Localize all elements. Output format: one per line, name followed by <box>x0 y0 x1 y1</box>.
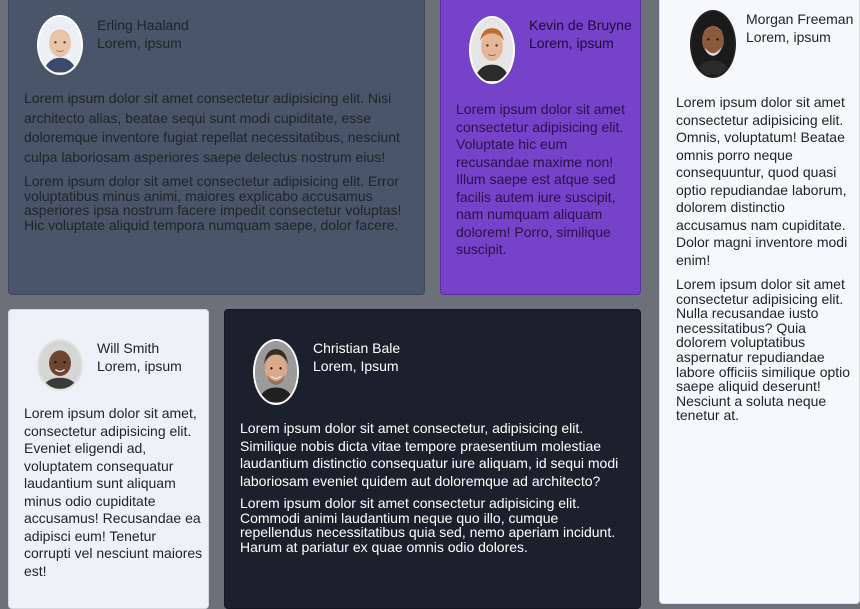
testimonial-body: Lorem ipsum dolor sit amet consectetur, … <box>240 420 632 554</box>
testimonial-paragraph: Lorem ipsum dolor sit amet consectetur, … <box>240 420 619 489</box>
testimonial-card-will-smith: Will Smith Lorem, ipsum Lorem ipsum dolo… <box>8 309 209 609</box>
kevin-de-bruyne-photo-icon <box>471 18 513 82</box>
testimonial-paragraph: Lorem ipsum dolor sit amet consectetur a… <box>24 173 402 233</box>
testimonial-paragraph: Lorem ipsum dolor sit amet consectetur a… <box>676 276 851 424</box>
testimonial-card-christian-bale: Christian Bale Lorem, Ipsum Lorem ipsum … <box>224 309 641 609</box>
avatar <box>253 339 299 405</box>
erling-haaland-photo-icon <box>39 17 81 73</box>
testimonial-body: Lorem ipsum dolor sit amet, consectetur … <box>24 405 204 580</box>
christian-bale-photo-icon <box>255 341 297 403</box>
author-name: Will Smith <box>97 340 160 356</box>
testimonial-header: Morgan Freeman Lorem, ipsum <box>660 0 859 78</box>
author-subtitle: Lorem, ipsum <box>529 34 614 51</box>
testimonial-header: Will Smith Lorem, ipsum <box>9 310 208 391</box>
author-subtitle: Lorem, ipsum <box>97 34 182 51</box>
testimonial-card-kevin-de-bruyne: Kevin de Bruyne Lorem, ipsum Lorem ipsum… <box>440 0 641 295</box>
author-subtitle: Lorem, ipsum <box>746 28 831 45</box>
author-name: Christian Bale <box>313 340 401 356</box>
author-name: Kevin de Bruyne <box>529 17 632 33</box>
author-name: Erling Haaland <box>97 17 189 33</box>
testimonial-card-erling-haaland: Erling Haaland Lorem, ipsum Lorem ipsum … <box>8 0 425 295</box>
testimonial-header: Kevin de Bruyne Lorem, ipsum <box>441 0 640 84</box>
testimonial-header: Erling Haaland Lorem, ipsum <box>9 0 424 75</box>
author-info: Christian Bale Lorem, Ipsum <box>313 340 400 375</box>
author-info: Kevin de Bruyne Lorem, ipsum <box>529 17 632 52</box>
testimonial-body: Lorem ipsum dolor sit amet consectetur a… <box>676 94 852 423</box>
testimonial-paragraph: Lorem ipsum dolor sit amet consectetur a… <box>456 101 625 257</box>
morgan-freeman-photo-icon <box>692 12 734 76</box>
testimonial-paragraph: Lorem ipsum dolor sit amet consectetur a… <box>676 94 848 268</box>
author-info: Erling Haaland Lorem, ipsum <box>97 17 189 52</box>
author-subtitle: Lorem, ipsum <box>97 357 182 374</box>
avatar <box>37 339 83 391</box>
testimonial-paragraph: Lorem ipsum dolor sit amet consectetur a… <box>240 495 616 555</box>
will-smith-photo-icon <box>39 341 81 389</box>
author-name: Morgan Freeman <box>746 11 854 27</box>
testimonial-card-morgan-freeman: Morgan Freeman Lorem, ipsum Lorem ipsum … <box>659 0 860 604</box>
avatar <box>469 16 515 84</box>
testimonial-paragraph: Lorem ipsum dolor sit amet, consectetur … <box>24 405 203 579</box>
author-info: Will Smith Lorem, ipsum <box>97 340 182 375</box>
testimonial-header: Christian Bale Lorem, Ipsum <box>225 310 640 405</box>
testimonial-paragraph: Lorem ipsum dolor sit amet consectetur a… <box>24 90 400 165</box>
testimonial-body: Lorem ipsum dolor sit amet consectetur a… <box>456 101 632 259</box>
avatar <box>37 15 83 75</box>
author-info: Morgan Freeman Lorem, ipsum <box>746 11 853 46</box>
author-subtitle: Lorem, Ipsum <box>313 357 399 374</box>
avatar <box>690 10 736 78</box>
testimonial-body: Lorem ipsum dolor sit amet consectetur a… <box>24 89 416 232</box>
